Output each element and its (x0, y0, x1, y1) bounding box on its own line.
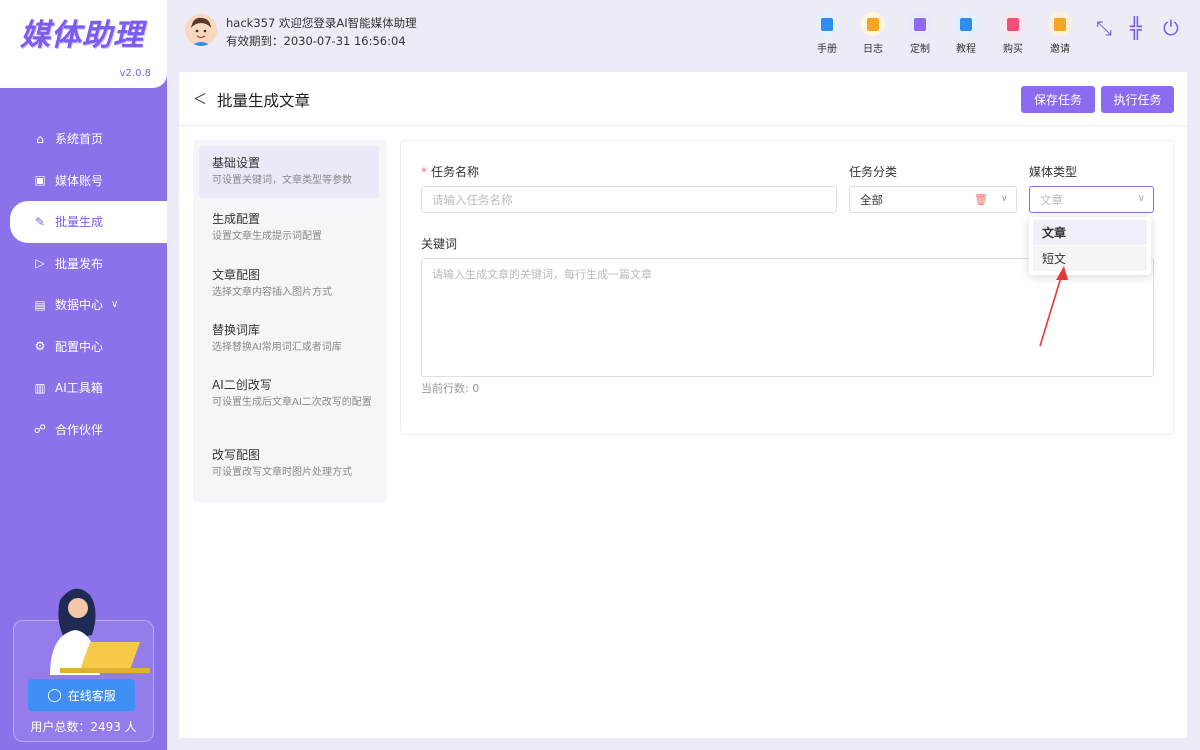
sidebar-item-data-center[interactable]: ▤ 数据中心 ∨ (0, 284, 167, 326)
welcome-text: hack357 欢迎您登录AI智能媒体助理 (226, 16, 417, 30)
log-icon (861, 12, 885, 36)
sidebar-nav: ⌂ 系统首页 ▣ 媒体账号 ✎ 批量生成 ▷ 批量发布 ▤ 数据中心 ∨ ⚙ 配… (0, 118, 167, 450)
media-type-select[interactable]: 文章 ∨ (1029, 186, 1154, 213)
row-count: 当前行数: 0 (421, 382, 480, 395)
sidebar-item-config-center[interactable]: ⚙ 配置中心 (0, 326, 167, 368)
support-illustration (50, 588, 150, 675)
data-icon: ▤ (34, 297, 46, 312)
task-name-label: * 任务名称 (421, 165, 480, 179)
sidebar-item-home[interactable]: ⌂ 系统首页 (0, 118, 167, 160)
user-total: 用户总数：2493 人 (30, 720, 137, 734)
manual-icon (815, 12, 839, 36)
tool-log[interactable]: 日志 (855, 12, 891, 55)
step-ai-rewrite[interactable]: AI二创改写 可设置生成后文章AI二次改写的配置 (199, 368, 379, 432)
step-rewrite-images[interactable]: 改写配图 可设置改写文章时图片处理方式 (199, 438, 379, 488)
partner-icon: ☍ (33, 422, 47, 437)
chevron-down-icon: ∨ (1137, 193, 1145, 204)
task-name-input[interactable]: 请输入任务名称 (421, 186, 837, 213)
sidebar-item-label: 批量发布 (55, 256, 104, 271)
sidebar-item-label: 合作伙伴 (55, 422, 104, 437)
back-arrow-icon[interactable]: ＜ (193, 89, 207, 109)
tool-manual[interactable]: 手册 (809, 12, 845, 55)
page-title: 批量生成文章 (217, 92, 311, 110)
tool-buy[interactable]: 购买 (995, 12, 1031, 55)
step-basic-settings[interactable]: 基础设置 可设置关键词，文章类型等参数 (199, 146, 379, 198)
account-icon: ▣ (34, 173, 46, 188)
sidebar-item-partners[interactable]: ☍ 合作伙伴 (0, 409, 167, 451)
sidebar-item-media-account[interactable]: ▣ 媒体账号 (0, 160, 167, 202)
main-content: ＜ 批量生成文章 保存任务 执行任务 基础设置 可设置关键词，文章类型等参数 生… (179, 72, 1187, 738)
toolbox-icon: ▥ (34, 380, 46, 395)
compress-icon[interactable]: ╬ (1130, 16, 1142, 40)
step-article-images[interactable]: 文章配图 选择文章内容插入图片方式 (199, 258, 379, 308)
media-type-label: 媒体类型 (1029, 165, 1078, 179)
power-icon[interactable]: ⏻ (1163, 16, 1179, 40)
home-icon: ⌂ (36, 131, 44, 146)
invite-icon (1048, 12, 1072, 36)
sidebar-item-batch-publish[interactable]: ▷ 批量发布 (0, 243, 167, 285)
run-task-button[interactable]: 执行任务 (1101, 86, 1174, 113)
support-button-label: 在线客服 (67, 688, 116, 703)
steps-panel: 基础设置 可设置关键词，文章类型等参数 生成配置 设置文章生成提示词配置 文章配… (193, 140, 387, 502)
tutorial-icon (954, 12, 978, 36)
online-support-button[interactable]: ◯ 在线客服 (28, 679, 135, 711)
page-header: ＜ 批量生成文章 保存任务 执行任务 (179, 72, 1187, 126)
send-icon: ▷ (35, 256, 45, 271)
annotation-arrow (1039, 266, 1068, 347)
sidebar-item-label: 系统首页 (55, 132, 104, 147)
tool-tutorial[interactable]: 教程 (948, 12, 984, 55)
sidebar-item-label: AI工具箱 (55, 381, 103, 396)
buy-icon (1001, 12, 1025, 36)
sidebar-item-label: 媒体账号 (55, 173, 104, 188)
chevron-down-icon: ∨ (111, 299, 119, 311)
chat-icon: ◯ (47, 687, 62, 703)
delete-icon[interactable]: 🗑 (974, 193, 988, 206)
avatar[interactable] (185, 14, 217, 46)
sidebar-item-label: 数据中心 (55, 298, 104, 313)
top-header: hack357 欢迎您登录AI智能媒体助理 有效期到：2030-07-31 16… (167, 0, 1200, 60)
keywords-label: 关键词 (421, 237, 458, 251)
media-type-option-article[interactable]: 文章 (1033, 220, 1147, 245)
save-task-button[interactable]: 保存任务 (1021, 86, 1095, 113)
category-select[interactable]: 全部 🗑 ∨ (849, 186, 1017, 213)
sidebar-item-ai-toolbox[interactable]: ▥ AI工具箱 (0, 367, 167, 409)
expiry-text: 有效期到：2030-07-31 16:56:04 (226, 34, 406, 48)
custom-icon (908, 12, 932, 36)
logo-area: 媒体助理 v2.0.8 (0, 0, 167, 88)
edit-icon: ✎ (34, 214, 46, 229)
app-logo: 媒体助理 (20, 18, 144, 53)
category-label: 任务分类 (849, 165, 898, 179)
gear-icon: ⚙ (34, 339, 46, 354)
sidebar-item-label: 批量生成 (55, 215, 104, 230)
sidebar-item-label: 配置中心 (55, 339, 104, 354)
shrink-icon[interactable]: ⤡ (1096, 16, 1112, 40)
step-replace-lexicon[interactable]: 替换词库 选择替换AI常用词汇或者词库 (199, 313, 379, 363)
tool-custom[interactable]: 定制 (902, 12, 938, 55)
chevron-down-icon: ∨ (1000, 193, 1008, 204)
step-generation-config[interactable]: 生成配置 设置文章生成提示词配置 (199, 202, 379, 252)
app-version: v2.0.8 (119, 68, 151, 79)
sidebar-item-batch-generate[interactable]: ✎ 批量生成 (10, 201, 167, 243)
required-mark: * (421, 165, 427, 179)
tool-invite[interactable]: 邀请 (1042, 12, 1078, 55)
sidebar: 媒体助理 v2.0.8 ⌂ 系统首页 ▣ 媒体账号 ✎ 批量生成 ▷ 批量发布 … (0, 0, 167, 750)
